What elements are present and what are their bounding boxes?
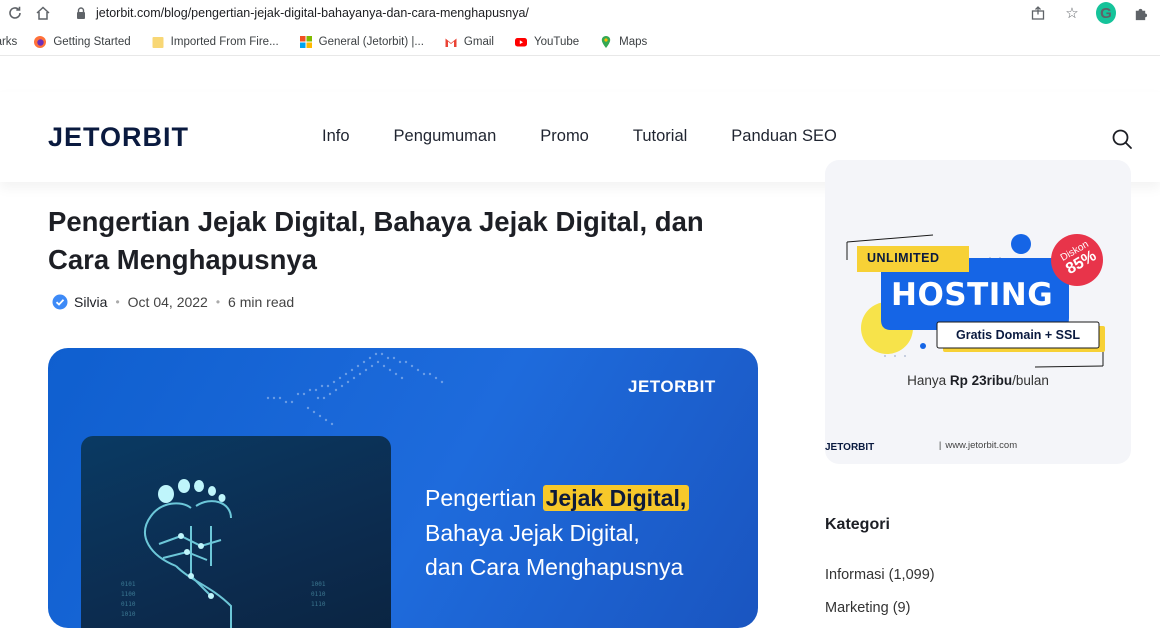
category-heading: Kategori xyxy=(825,516,890,533)
extensions-puzzle-icon[interactable] xyxy=(1130,2,1150,24)
ad-footer-divider: | xyxy=(938,440,942,451)
firefox-icon xyxy=(34,35,47,48)
browser-address-bar: jetorbit.com/blog/pengertian-jejak-digit… xyxy=(0,0,1160,26)
jetorbit-logo[interactable]: JETORBIT xyxy=(48,122,196,152)
bookmark-item[interactable]: marks xyxy=(0,36,17,48)
publish-date: Oct 04, 2022 xyxy=(127,294,208,310)
article-hero-image: JETORBIT 0101 1100 0110 1010 1001 0110 1… xyxy=(48,348,758,628)
folder-icon xyxy=(152,36,164,48)
jetorbit-logo: JETORBIT xyxy=(825,442,874,452)
bookmark-label: Gmail xyxy=(463,35,494,48)
article-meta: Silvia • Oct 04, 2022 • 6 min read xyxy=(52,294,294,310)
hero-headline-highlight: Jejak Digital, xyxy=(542,485,690,511)
separator-dot: • xyxy=(115,295,120,309)
read-time: 6 min read xyxy=(228,294,295,310)
hero-headline-line-2: Bahaya Jejak Digital, xyxy=(425,519,640,546)
bookmark-item[interactable]: Maps xyxy=(599,35,647,49)
nav-item-panduan-seo[interactable]: Panduan SEO xyxy=(731,127,837,146)
svg-text:1010: 1010 xyxy=(121,611,136,618)
lock-icon xyxy=(77,7,85,19)
ad-footer: JETORBIT | www.jetorbit.com xyxy=(825,440,1131,452)
ad-subtitle: Gratis Domain + SSL xyxy=(956,328,1080,342)
verified-badge-icon xyxy=(52,294,68,310)
nav-item-info[interactable]: Info xyxy=(322,127,350,146)
bookmark-label: YouTube xyxy=(533,35,580,48)
jetorbit-logo: JETORBIT xyxy=(628,377,716,396)
author-link[interactable]: Silvia xyxy=(74,294,107,310)
nav-item-tutorial[interactable]: Tutorial xyxy=(633,127,687,146)
reload-icon[interactable] xyxy=(4,2,26,24)
bookmark-label: Maps xyxy=(619,35,648,48)
bookmark-label: Imported From Fire... xyxy=(170,35,279,48)
main-navigation: Info Pengumuman Promo Tutorial Panduan S… xyxy=(322,127,837,146)
microsoft-icon xyxy=(299,35,312,48)
ad-title: HOSTING xyxy=(891,277,1054,313)
url-field[interactable]: jetorbit.com/blog/pengertian-jejak-digit… xyxy=(74,2,529,24)
share-icon[interactable] xyxy=(1028,2,1048,24)
ad-badge: UNLIMITED xyxy=(867,251,940,265)
ad-price: Hanya Rp 23ribu/bulan xyxy=(825,373,1131,388)
maps-icon xyxy=(601,35,611,48)
bookmarks-bar: marks Getting Started Imported From Fire… xyxy=(0,28,1160,56)
world-map-decoration xyxy=(266,352,444,426)
article-title: Pengertian Jejak Digital, Bahaya Jejak D… xyxy=(48,206,704,275)
bookmark-item[interactable]: Gmail xyxy=(444,35,494,49)
ad-footer-url: www.jetorbit.com xyxy=(945,440,1018,451)
hero-headline-line-3: dan Cara Menghapusnya xyxy=(425,554,684,580)
svg-text:1110: 1110 xyxy=(311,601,326,608)
home-icon[interactable] xyxy=(32,2,54,24)
bookmark-star-icon[interactable]: ☆ xyxy=(1062,2,1082,24)
bookmark-item[interactable]: Imported From Fire... xyxy=(151,35,279,49)
bookmark-item[interactable]: Getting Started xyxy=(33,35,131,49)
bookmark-item[interactable]: General (Jetorbit) |... xyxy=(299,35,424,49)
category-link-informasi[interactable]: Informasi (1,099) xyxy=(825,567,935,583)
ad-price-amount: Rp 23ribu xyxy=(949,373,1013,388)
svg-text:0110: 0110 xyxy=(121,601,136,608)
svg-text:1100: 1100 xyxy=(121,591,136,598)
hero-headline: Pengertian Jejak Digital, Bahaya Jejak D… xyxy=(425,481,690,585)
separator-dot: • xyxy=(215,295,221,309)
search-icon[interactable] xyxy=(1111,128,1133,150)
nav-item-pengumuman[interactable]: Pengumuman xyxy=(394,127,497,146)
digital-footprint-photo: 0101 1100 0110 1010 1001 0110 1110 xyxy=(81,436,391,628)
bookmark-label: General (Jetorbit) |... xyxy=(318,35,424,48)
bookmark-label: Getting Started xyxy=(53,35,131,48)
hero-headline-text: Pengertian xyxy=(425,485,543,511)
svg-text:0101: 0101 xyxy=(121,581,136,588)
youtube-icon xyxy=(514,37,527,46)
bookmark-label: marks xyxy=(0,35,18,48)
svg-text:JETORBIT: JETORBIT xyxy=(628,377,716,396)
svg-text:JETORBIT: JETORBIT xyxy=(825,442,874,452)
ad-price-pre: Hanya xyxy=(907,373,950,388)
bookmark-item[interactable]: YouTube xyxy=(514,35,579,49)
url-text: jetorbit.com/blog/pengertian-jejak-digit… xyxy=(96,6,529,20)
category-link-marketing[interactable]: Marketing (9) xyxy=(825,600,910,616)
hosting-promo-banner[interactable]: UNLIMITED HOSTING Diskon 85% Gratis Doma… xyxy=(825,160,1131,464)
svg-text:JETORBIT: JETORBIT xyxy=(48,122,189,152)
grammarly-extension-icon[interactable]: G xyxy=(1096,2,1116,24)
gmail-icon xyxy=(445,38,457,47)
svg-text:1001: 1001 xyxy=(311,581,326,588)
ad-price-post: /bulan xyxy=(1012,373,1049,388)
svg-text:0110: 0110 xyxy=(311,591,326,598)
nav-item-promo[interactable]: Promo xyxy=(540,127,589,146)
